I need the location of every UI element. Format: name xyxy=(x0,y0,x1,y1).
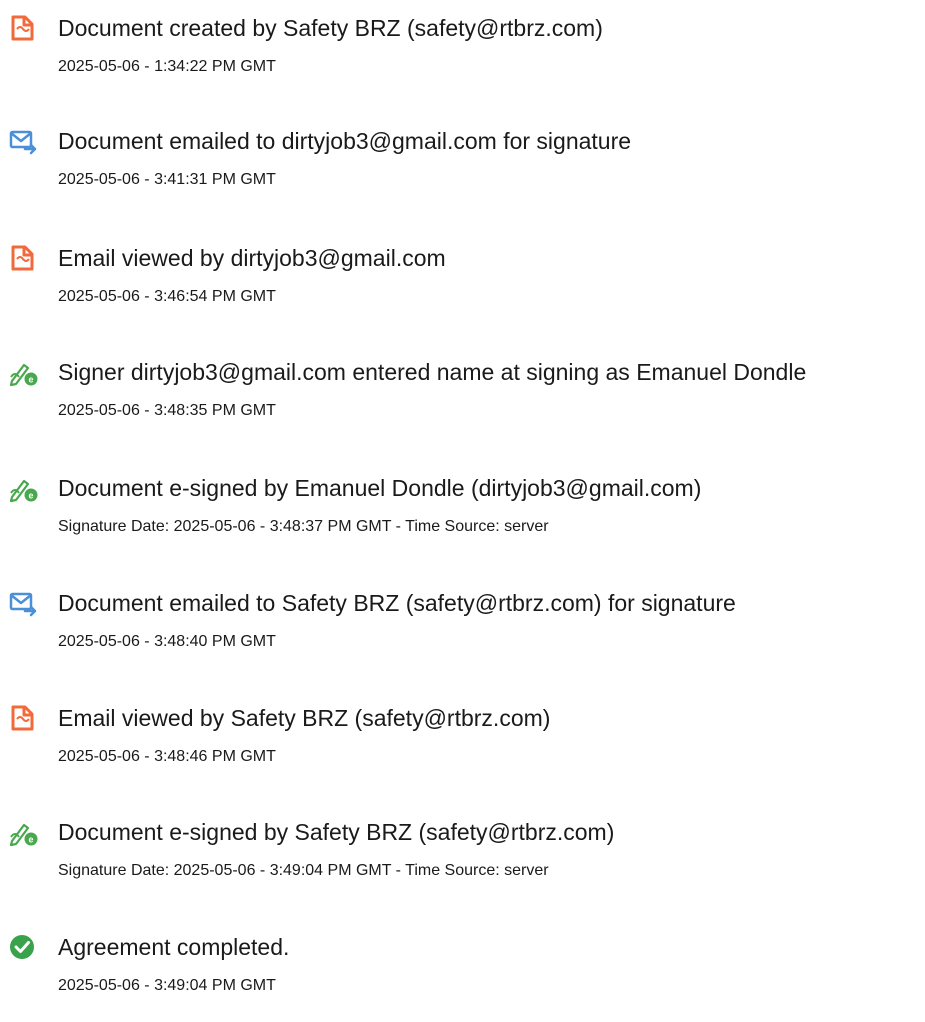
event-title: Agreement completed. xyxy=(58,934,290,960)
signature-pen-icon: e xyxy=(9,823,38,847)
event-title: Document created by Safety BRZ (safety@r… xyxy=(58,15,603,41)
document-icon xyxy=(11,245,34,271)
email-send-icon xyxy=(9,592,37,617)
document-icon xyxy=(11,705,34,731)
svg-text:e: e xyxy=(28,375,33,385)
audit-event: Document emailed to Safety BRZ (safety@r… xyxy=(0,588,925,678)
event-title: Document emailed to dirtyjob3@gmail.com … xyxy=(58,128,632,154)
check-circle-icon xyxy=(10,935,34,959)
event-timestamp: 2025-05-06 - 3:46:54 PM GMT xyxy=(58,288,276,305)
signature-pen-icon: e xyxy=(9,479,38,503)
event-timestamp: Signature Date: 2025-05-06 - 3:48:37 PM … xyxy=(58,518,549,535)
audit-event: e Signer dirtyjob3@gmail.com entered nam… xyxy=(0,357,925,447)
svg-text:e: e xyxy=(28,491,33,501)
audit-event: Agreement completed. 2025-05-06 - 3:49:0… xyxy=(0,932,925,1022)
event-timestamp: 2025-05-06 - 3:49:04 PM GMT xyxy=(58,977,276,994)
audit-event: Email viewed by Safety BRZ (safety@rtbrz… xyxy=(0,703,925,793)
event-title: Document e-signed by Emanuel Dondle (dir… xyxy=(58,475,702,501)
event-timestamp: 2025-05-06 - 3:48:46 PM GMT xyxy=(58,748,276,765)
document-icon xyxy=(11,15,34,41)
audit-event: Email viewed by dirtyjob3@gmail.com 2025… xyxy=(0,243,925,333)
audit-event: Document created by Safety BRZ (safety@r… xyxy=(0,13,925,103)
event-title: Email viewed by dirtyjob3@gmail.com xyxy=(58,245,446,271)
event-timestamp: 2025-05-06 - 3:41:31 PM GMT xyxy=(58,171,276,188)
audit-event: Document emailed to dirtyjob3@gmail.com … xyxy=(0,126,925,216)
audit-event: e Document e-signed by Safety BRZ (safet… xyxy=(0,817,925,907)
event-timestamp: 2025-05-06 - 1:34:22 PM GMT xyxy=(58,58,276,75)
event-title: Document emailed to Safety BRZ (safety@r… xyxy=(58,590,736,616)
signature-pen-icon: e xyxy=(9,363,38,387)
event-title: Signer dirtyjob3@gmail.com entered name … xyxy=(58,359,807,385)
event-title: Document e-signed by Safety BRZ (safety@… xyxy=(58,819,615,845)
email-send-icon xyxy=(9,130,37,155)
audit-event: e Document e-signed by Emanuel Dondle (d… xyxy=(0,473,925,563)
event-timestamp: 2025-05-06 - 3:48:35 PM GMT xyxy=(58,402,276,419)
event-title: Email viewed by Safety BRZ (safety@rtbrz… xyxy=(58,705,551,731)
event-timestamp: Signature Date: 2025-05-06 - 3:49:04 PM … xyxy=(58,862,549,879)
event-timestamp: 2025-05-06 - 3:48:40 PM GMT xyxy=(58,633,276,650)
svg-text:e: e xyxy=(28,835,33,845)
